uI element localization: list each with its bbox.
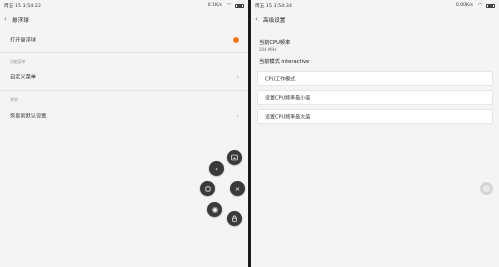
network-speed: 0.1K/s [207, 3, 222, 8]
divider [0, 90, 248, 91]
back-button[interactable]: ‹ [209, 161, 224, 176]
set-min-frequency-label: 设置CPU频率最小值 [265, 95, 311, 101]
toggle-floating-ball-row[interactable]: 打开悬浮球 [0, 31, 248, 48]
restore-defaults-label: 恢复到默认设置 [10, 113, 47, 120]
close-icon: × [234, 184, 241, 193]
floating-ball-icon[interactable] [480, 182, 493, 195]
status-bar: 周五 15 3:54:22 0.1K/s ◠ [0, 0, 248, 11]
close-button[interactable]: × [230, 181, 245, 196]
page-title: 悬浮球 [12, 17, 29, 24]
square-icon [205, 186, 211, 192]
floating-ball-settings-screen: 周五 15 3:54:22 0.1K/s ◠ ‹ 悬浮球 打开悬浮球 功能菜单 … [0, 0, 248, 267]
screenshot-button[interactable] [227, 150, 242, 165]
floating-ball-icon [211, 206, 219, 214]
custom-menu-row[interactable]: 自定义菜单 › [0, 68, 248, 86]
wifi-icon: ◠ [477, 3, 482, 8]
home-button[interactable] [200, 181, 215, 196]
cpu-mode-button[interactable]: CPU工作模式 [257, 71, 493, 86]
network-speed: 0.00K/s [455, 3, 473, 8]
cpu-mode-label: 当前模式 interactive [259, 59, 310, 65]
battery-icon [235, 3, 244, 8]
status-bar: 周五 15 3:54:34 0.00K/s ◠ [251, 0, 499, 11]
set-min-frequency-button[interactable]: 设置CPU频率最小值 [257, 90, 493, 105]
section-header-other: 其他 [10, 97, 18, 102]
cpu-mode-button-label: CPU工作模式 [265, 76, 296, 82]
cpu-frequency-value: 204 MHz [259, 47, 277, 52]
divider [0, 52, 248, 53]
set-max-frequency-label: 设置CPU频率最大值 [265, 114, 311, 120]
custom-menu-label: 自定义菜单 [10, 74, 36, 81]
chevron-right-icon: › [236, 112, 239, 120]
chevron-right-icon: › [236, 73, 239, 81]
title-bar: ‹ 悬浮球 [0, 11, 248, 28]
toggle-switch[interactable] [233, 36, 239, 43]
toggle-floating-ball-label: 打开悬浮球 [10, 37, 36, 43]
lock-screen-button[interactable] [227, 211, 242, 226]
page-title: 高级设置 [263, 17, 286, 24]
lock-icon [231, 215, 238, 222]
screenshot-icon [231, 154, 238, 161]
back-icon[interactable]: ‹ [255, 14, 258, 24]
section-header-menu: 功能菜单 [10, 59, 26, 64]
floating-ball-center[interactable] [207, 202, 222, 217]
set-max-frequency-button[interactable]: 设置CPU频率最大值 [257, 109, 493, 124]
wifi-icon: ◠ [226, 3, 231, 8]
status-time: 周五 15 3:54:34 [255, 4, 292, 9]
status-time: 周五 15 3:54:22 [4, 4, 41, 9]
cpu-frequency-label: 当前CPU频率 [259, 40, 291, 46]
title-bar: ‹ 高级设置 [251, 11, 499, 28]
battery-icon [486, 3, 495, 8]
restore-defaults-row[interactable]: 恢复到默认设置 › [0, 107, 248, 125]
advanced-settings-screen: 周五 15 3:54:34 0.00K/s ◠ ‹ 高级设置 当前CPU频率 2… [251, 0, 499, 267]
arrow-left-icon: ‹ [215, 164, 218, 173]
back-icon[interactable]: ‹ [4, 14, 7, 24]
